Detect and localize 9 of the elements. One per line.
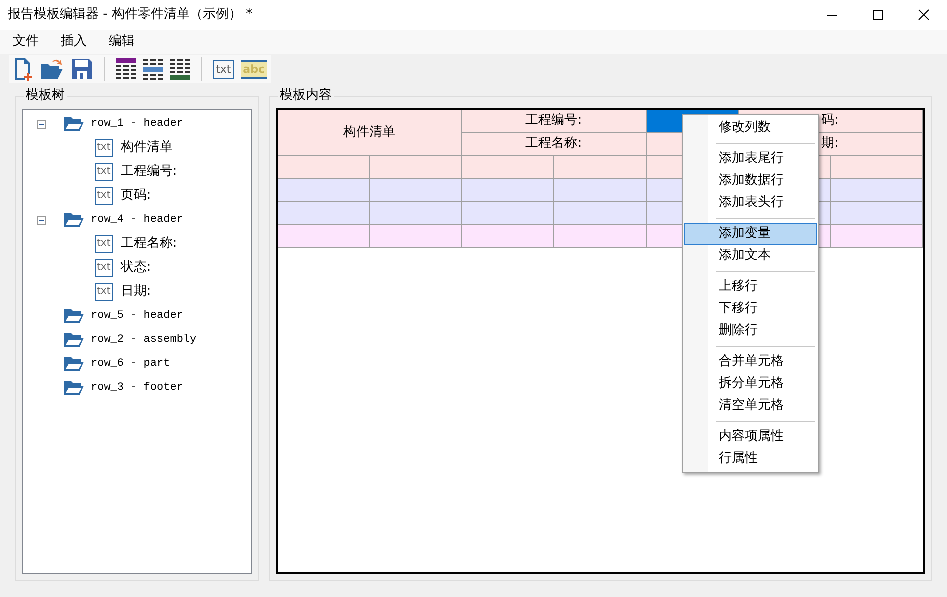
text-item-icon: txt xyxy=(95,139,113,157)
text-item-icon: txt xyxy=(95,163,113,181)
window-title: 报告模板编辑器 - 构件零件清单（示例） * xyxy=(7,6,254,24)
group-title: 模板树 xyxy=(24,88,67,104)
text-item-icon: txt xyxy=(95,187,113,205)
text-item-icon: txt xyxy=(95,235,113,253)
group-title: 模板内容 xyxy=(278,88,334,104)
text-item-icon: txt xyxy=(95,259,113,277)
text-item-icon: txt xyxy=(95,283,113,301)
